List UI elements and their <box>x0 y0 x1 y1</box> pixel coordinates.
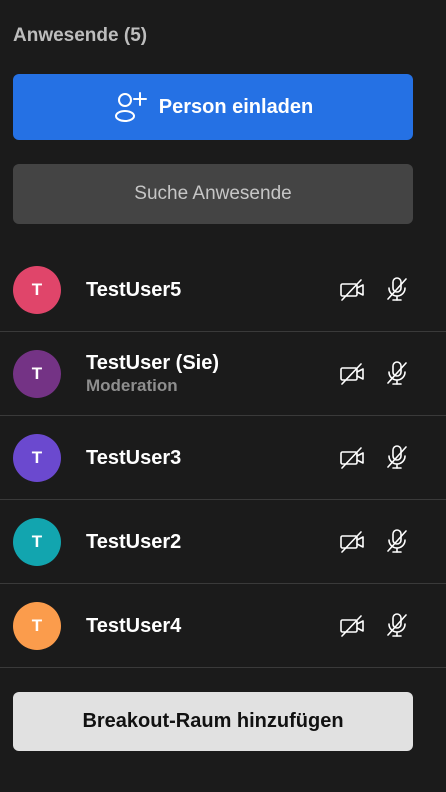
participants-panel: Anwesende (5) Person einladen T TestUser… <box>0 0 446 792</box>
participant-list: T TestUser5 T TestUser (Sie) Moderation … <box>0 248 446 668</box>
camera-off-icon[interactable] <box>339 613 365 639</box>
participant-name: TestUser2 <box>86 530 182 553</box>
participant-name: TestUser4 <box>86 614 182 637</box>
avatar: T <box>13 266 61 314</box>
participant-role: Moderation <box>86 375 178 395</box>
mic-off-icon[interactable] <box>385 276 409 302</box>
camera-off-icon[interactable] <box>339 277 365 303</box>
mic-off-icon[interactable] <box>385 612 409 638</box>
participant-row: T TestUser4 <box>0 584 446 668</box>
participant-name: TestUser3 <box>86 446 182 469</box>
invite-person-button[interactable]: Person einladen <box>13 74 413 140</box>
invite-person-label: Person einladen <box>158 95 314 118</box>
camera-off-icon[interactable] <box>339 361 365 387</box>
mic-off-icon[interactable] <box>385 360 409 386</box>
avatar: T <box>13 350 61 398</box>
participant-name: TestUser5 <box>86 278 182 301</box>
participant-name: TestUser (Sie) <box>86 351 220 374</box>
mic-off-icon[interactable] <box>385 444 409 470</box>
avatar: T <box>13 434 61 482</box>
participant-row: T TestUser2 <box>0 500 446 584</box>
avatar: T <box>13 518 61 566</box>
avatar: T <box>13 602 61 650</box>
participant-row: T TestUser3 <box>0 416 446 500</box>
add-breakout-room-button[interactable]: Breakout-Raum hinzufügen <box>13 692 413 751</box>
panel-title: Anwesende (5) <box>13 25 148 46</box>
participant-row: T TestUser (Sie) Moderation <box>0 332 446 416</box>
participant-row: T TestUser5 <box>0 248 446 332</box>
mic-off-icon[interactable] <box>385 528 409 554</box>
camera-off-icon[interactable] <box>339 445 365 471</box>
search-participants-input[interactable] <box>13 164 413 224</box>
camera-off-icon[interactable] <box>339 529 365 555</box>
add-person-icon <box>113 91 147 123</box>
